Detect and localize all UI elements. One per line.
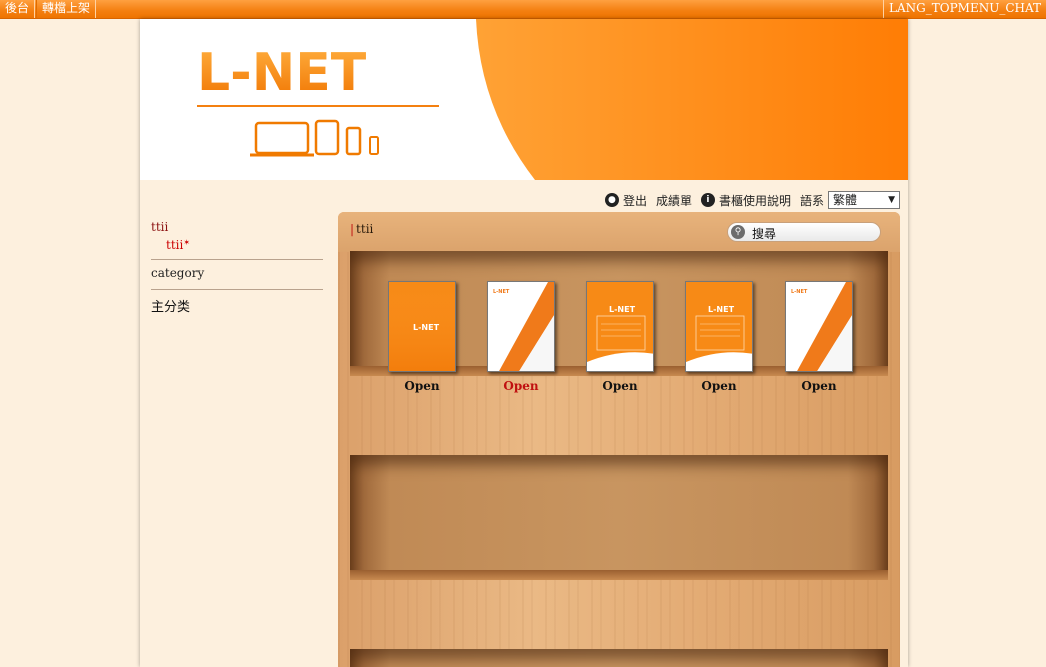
header-banner: L-NET bbox=[140, 19, 908, 180]
logo-text: L-NET bbox=[197, 43, 367, 103]
info-icon: i bbox=[700, 193, 715, 207]
logout-label: 登出 bbox=[622, 193, 647, 208]
star-icon: ✶ bbox=[183, 238, 191, 247]
chevron-down-icon: ▼ bbox=[888, 195, 895, 205]
search-icon: ⚲ bbox=[731, 225, 745, 239]
divider bbox=[151, 259, 323, 260]
language-value: 繁體 bbox=[833, 193, 858, 207]
open-book-button[interactable]: Open bbox=[684, 379, 754, 393]
open-book-button[interactable]: Open bbox=[585, 379, 655, 393]
book-cover[interactable]: L-NET bbox=[685, 281, 753, 372]
shelf-row-3 bbox=[350, 649, 888, 667]
shelf-row-2 bbox=[350, 455, 888, 580]
main-category-link[interactable]: 主分类 bbox=[151, 296, 323, 315]
bookshelf: | ttii ⚲ 搜尋 L-NET Open L-NET Open L-NET Open L-… bbox=[338, 212, 900, 667]
open-book-button[interactable]: Open bbox=[784, 379, 854, 393]
category-heading: category bbox=[151, 266, 205, 280]
help-button[interactable]: i 書櫃使用說明 bbox=[700, 192, 791, 209]
svg-text:L-NET: L-NET bbox=[609, 305, 636, 314]
convert-upload-link[interactable]: 轉檔上架 bbox=[36, 0, 97, 18]
phone-icon bbox=[345, 126, 362, 156]
language-selector: 語系 繁體 ▼ bbox=[800, 191, 900, 209]
small-device-icon bbox=[369, 136, 379, 155]
language-label: 語系 bbox=[799, 193, 824, 208]
sidebar-item-ttii[interactable]: ttii✶ bbox=[151, 238, 323, 256]
shelf-title: | ttii bbox=[350, 222, 374, 236]
logout-button[interactable]: ● 登出 bbox=[604, 192, 647, 209]
sidebar-title[interactable]: ttii bbox=[151, 220, 323, 238]
book-cover[interactable]: L-NET bbox=[388, 281, 456, 372]
shelf-header: | ttii ⚲ 搜尋 bbox=[338, 212, 900, 252]
help-label: 書櫃使用說明 bbox=[718, 193, 791, 208]
open-book-button[interactable]: Open bbox=[486, 379, 556, 393]
top-menu-bar: 後台 轉檔上架 LANG_TOPMENU_CHAT bbox=[0, 0, 1046, 19]
sidebar-item-label: ttii bbox=[166, 238, 184, 252]
language-select[interactable]: 繁體 ▼ bbox=[828, 191, 900, 209]
user-icon: ● bbox=[604, 193, 619, 207]
search-input[interactable]: ⚲ 搜尋 bbox=[727, 222, 881, 242]
svg-text:L-NET: L-NET bbox=[791, 289, 808, 295]
book-cover[interactable]: L-NET bbox=[586, 281, 654, 372]
svg-text:L-NET: L-NET bbox=[708, 305, 735, 314]
chat-link[interactable]: LANG_TOPMENU_CHAT bbox=[883, 0, 1046, 18]
open-book-button[interactable]: Open bbox=[387, 379, 457, 393]
laptop-icon bbox=[250, 121, 314, 157]
svg-text:L-NET: L-NET bbox=[493, 289, 510, 295]
backend-link[interactable]: 後台 bbox=[0, 0, 36, 18]
report-card-label: 成績單 bbox=[655, 193, 692, 208]
search-placeholder: 搜尋 bbox=[752, 227, 777, 241]
category-sidebar: ttii ttii✶ category 主分类 bbox=[151, 220, 323, 315]
book-cover[interactable]: L-NET bbox=[785, 281, 853, 372]
book-cover[interactable]: L-NET bbox=[487, 281, 555, 372]
user-toolbar: ● 登出 ▤ 成績單 i 書櫃使用說明 語系 繁體 ▼ bbox=[596, 191, 900, 235]
divider bbox=[151, 289, 323, 290]
tablet-icon bbox=[314, 119, 340, 156]
svg-text:L-NET: L-NET bbox=[413, 323, 440, 332]
report-card-button[interactable]: ▤ 成績單 bbox=[655, 192, 692, 235]
page-container: L-NET ● 登出 ▤ 成績單 i 書櫃使用說明 bbox=[140, 19, 908, 667]
